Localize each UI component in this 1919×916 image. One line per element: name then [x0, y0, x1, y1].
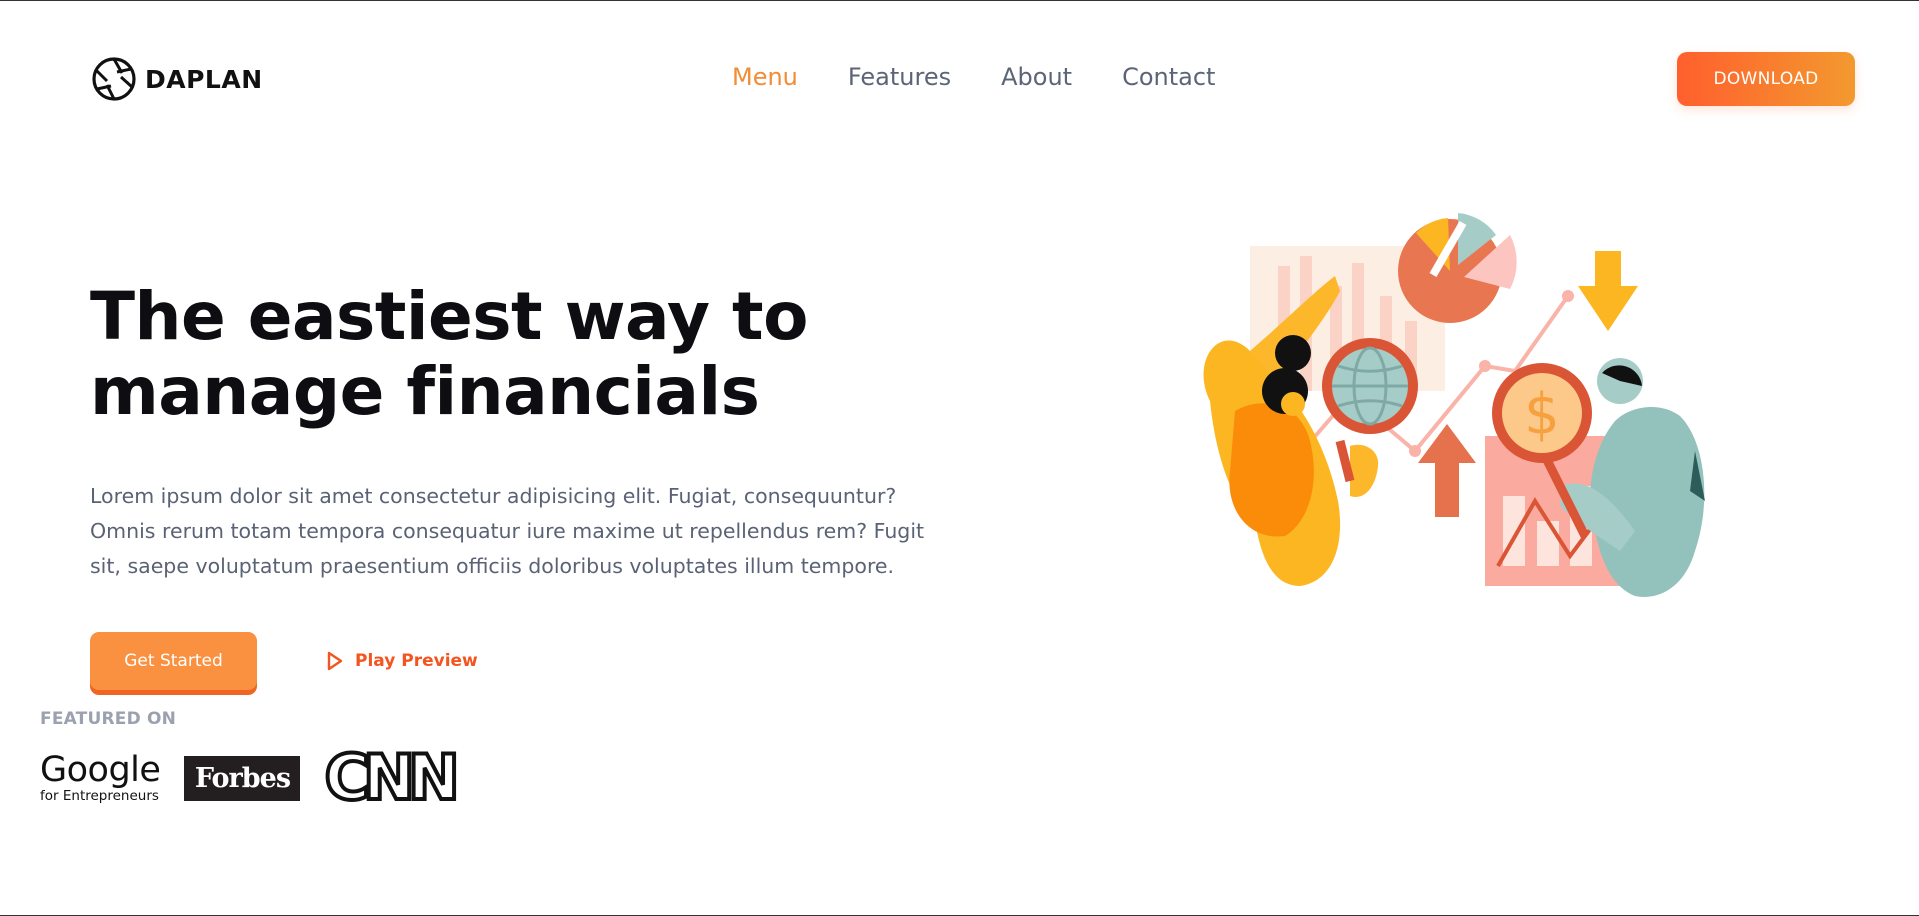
brand-name: DAPLAN [145, 64, 263, 94]
hero-title-line-2: manage financials [90, 353, 760, 430]
get-started-button[interactable]: Get Started [90, 632, 257, 690]
pink-chart-bar [1537, 521, 1559, 566]
brand-logo[interactable]: DAPLAN [91, 56, 263, 102]
play-preview-link[interactable]: Play Preview [327, 651, 478, 671]
trend-dot [1409, 445, 1421, 457]
down-arrow-shaft [1595, 251, 1621, 286]
nav-item-menu[interactable]: Menu [732, 63, 798, 91]
pink-chart-bar [1503, 496, 1525, 566]
hero-title: The eastiest way to manage financials [90, 279, 850, 429]
main-nav: Menu Features About Contact [732, 63, 1215, 91]
featured-on-label: FEATURED ON [40, 709, 177, 729]
trend-dot [1562, 290, 1574, 302]
play-icon [327, 651, 343, 671]
financial-analysis-illustration: $ [1203, 213, 1705, 597]
google-logo-word: Google [40, 749, 161, 790]
globe-magnifier-handle [1335, 439, 1355, 483]
featured-logos: Google for Entrepreneurs Forbes CNN [40, 741, 462, 814]
forbes-logo: Forbes [184, 755, 301, 801]
cnn-logo: CNN [322, 741, 461, 814]
nav-item-contact[interactable]: Contact [1122, 63, 1215, 91]
down-arrow-head [1578, 286, 1638, 331]
left-person-head [1275, 335, 1311, 371]
hero-title-line-1: The eastiest way to [90, 278, 808, 355]
up-arrow-shaft [1435, 461, 1459, 517]
google-logo-sub: for Entrepreneurs [40, 787, 159, 804]
google-for-entrepreneurs-logo: Google for Entrepreneurs [40, 749, 161, 804]
left-person-cloak [1229, 403, 1314, 537]
left-person-cheek [1281, 392, 1305, 416]
download-button[interactable]: DOWNLOAD [1677, 52, 1855, 106]
left-person-hand [1350, 444, 1379, 497]
trend-dot [1479, 360, 1491, 372]
play-preview-label: Play Preview [355, 651, 478, 671]
aperture-icon [92, 57, 136, 101]
nav-item-features[interactable]: Features [848, 63, 951, 91]
nav-item-about[interactable]: About [1001, 63, 1072, 91]
dollar-sign: $ [1524, 382, 1560, 447]
hero-description: Lorem ipsum dolor sit amet consectetur a… [90, 484, 925, 578]
up-arrow-head [1418, 424, 1476, 463]
